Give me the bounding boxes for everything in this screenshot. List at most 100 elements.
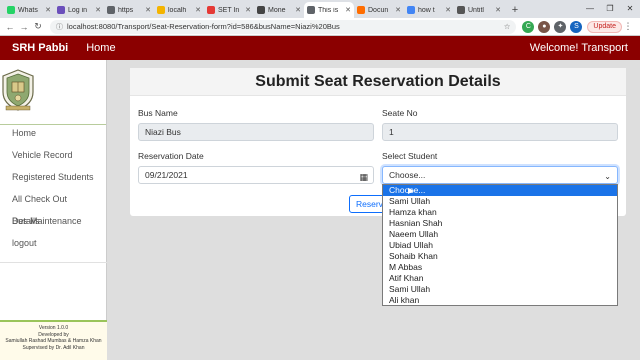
tab-close-icon[interactable]: ✕	[45, 6, 51, 14]
tab-close-icon[interactable]: ✕	[295, 6, 301, 14]
forward-icon[interactable]: →	[18, 22, 30, 32]
browser-tab[interactable]: how t ✕	[404, 2, 454, 18]
seat-no-label: Seate No	[382, 108, 418, 118]
tab-favicon-icon	[207, 6, 215, 14]
student-options-list: Choose... Sami Ullah Hamza khan Hasnian Sha…	[382, 184, 618, 306]
student-option[interactable]: Sami Ullah	[383, 196, 617, 207]
tab-label: localh	[168, 6, 187, 14]
browser-toolbar: ← → ↻ ⓘ localhost:8080/Transport/Seat-Re…	[0, 18, 640, 36]
tab-favicon-icon	[407, 6, 415, 14]
tab-close-icon[interactable]: ✕	[195, 6, 201, 14]
tab-close-icon[interactable]: ✕	[395, 6, 401, 14]
student-option[interactable]: Ubiad Ullah	[383, 240, 617, 251]
student-option[interactable]: Sohaib Khan	[383, 251, 617, 262]
tab-close-icon[interactable]: ✕	[445, 6, 451, 14]
sidebar-item-home[interactable]: Home	[0, 122, 107, 144]
reservation-date-label: Reservation Date	[138, 151, 204, 161]
tab-close-icon[interactable]: ✕	[495, 6, 501, 14]
reload-icon[interactable]: ↻	[32, 21, 44, 32]
new-tab-button[interactable]: +	[508, 2, 522, 18]
reservation-date-value: 09/21/2021	[145, 170, 188, 180]
chevron-down-icon: ⌄	[604, 172, 611, 181]
cookie-icon[interactable]: ●	[538, 20, 551, 33]
tab-label: This is	[318, 6, 339, 14]
sidebar-item-logout[interactable]: logout	[0, 232, 107, 254]
close-window-icon[interactable]: ✕	[620, 0, 640, 18]
tab-label: Docun	[368, 6, 389, 14]
footer-developers: Samiullah Rashad Mumbas & Hamza Khan	[5, 338, 102, 344]
tab-label: Mone	[268, 6, 286, 14]
menu-icon[interactable]: ⋮	[622, 21, 634, 32]
app-navbar: SRH Pabbi Home Welcome! Transport	[0, 36, 640, 60]
url-text: localhost:8080/Transport/Seat-Reservatio…	[67, 22, 340, 31]
footer-supervisor: Supervised by Dr. Adil Khan	[22, 344, 85, 351]
maximize-icon[interactable]: ❐	[600, 0, 620, 18]
browser-tab[interactable]: Whats ✕	[4, 2, 54, 18]
extension-icon[interactable]: C	[522, 20, 535, 33]
tab-favicon-icon	[307, 6, 315, 14]
tab-label: how t	[418, 6, 435, 14]
browser-tab-strip: Whats ✕ Log in ✕ https ✕ localh ✕ SET In ✕ Mone ✕ Th…	[0, 0, 640, 18]
tab-label: Whats	[18, 6, 38, 14]
student-option[interactable]: Ali khan	[383, 295, 617, 306]
sidebar-item-all-check-out-details[interactable]: All Check Out Details	[0, 188, 107, 226]
browser-tab[interactable]: Mone ✕	[254, 2, 304, 18]
nav-home-link[interactable]: Home	[86, 42, 115, 54]
update-button[interactable]: Update	[587, 20, 622, 33]
tab-label: Untitl	[468, 6, 484, 14]
select-student-dropdown[interactable]: Choose... ⌄	[382, 166, 618, 184]
select-student-value: Choose...	[389, 170, 426, 180]
sidebar-item-registered-students[interactable]: Registered Students	[0, 166, 107, 188]
seat-no-field[interactable]: 1	[382, 123, 618, 141]
student-option[interactable]: Choose...	[383, 185, 617, 196]
tab-favicon-icon	[457, 6, 465, 14]
bookmark-star-icon[interactable]: ☆	[504, 22, 511, 31]
bus-name-field[interactable]: Niazi Bus	[138, 123, 374, 141]
tab-label: Log in	[68, 6, 88, 14]
student-option[interactable]: Hamza khan	[383, 207, 617, 218]
student-option[interactable]: M Abbas	[383, 262, 617, 273]
tab-favicon-icon	[157, 6, 165, 14]
browser-tab[interactable]: localh ✕	[154, 2, 204, 18]
browser-tab[interactable]: SET In ✕	[204, 2, 254, 18]
tab-close-icon[interactable]: ✕	[95, 6, 101, 14]
back-icon[interactable]: ←	[4, 22, 16, 32]
tab-favicon-icon	[257, 6, 265, 14]
reservation-date-input[interactable]: 09/21/2021 ▦	[138, 166, 374, 184]
student-option[interactable]: Sami Ullah	[383, 284, 617, 295]
browser-tab[interactable]: Untitl ✕	[454, 2, 504, 18]
sidebar-item-vehicle-record[interactable]: Vehicle Record	[0, 144, 107, 166]
sidebar-footer: Version 1.0.0 Developed by Samiullah Ras…	[0, 320, 107, 360]
tab-favicon-icon	[107, 6, 115, 14]
student-option[interactable]: Hasnian Shah	[383, 218, 617, 229]
welcome-text: Welcome! Transport	[529, 42, 628, 54]
tab-favicon-icon	[7, 6, 15, 14]
brand-link[interactable]: SRH Pabbi	[12, 42, 68, 54]
minimize-icon[interactable]: —	[580, 0, 600, 18]
puzzle-icon[interactable]: ✦	[554, 20, 567, 33]
tab-close-icon[interactable]: ✕	[345, 6, 351, 14]
browser-tab[interactable]: https ✕	[104, 2, 154, 18]
browser-tab[interactable]: Docun ✕	[354, 2, 404, 18]
sidebar-divider	[0, 262, 107, 263]
address-bar[interactable]: ⓘ localhost:8080/Transport/Seat-Reservat…	[50, 19, 517, 34]
tab-close-icon[interactable]: ✕	[245, 6, 251, 14]
institution-logo	[2, 69, 34, 111]
student-option[interactable]: Atif Khan	[383, 273, 617, 284]
tab-label: https	[118, 6, 134, 14]
student-option[interactable]: Naeem Ullah	[383, 229, 617, 240]
tab-close-icon[interactable]: ✕	[145, 6, 151, 14]
profile-avatar[interactable]: S	[570, 20, 583, 33]
select-student-label: Select Student	[382, 151, 438, 161]
bus-name-label: Bus Name	[138, 108, 178, 118]
calendar-icon[interactable]: ▦	[359, 169, 368, 185]
sidebar: Home Vehicle Record Registered Students All…	[0, 60, 107, 360]
page-title: Submit Seat Reservation Details	[130, 68, 626, 96]
site-info-icon[interactable]: ⓘ	[56, 22, 63, 32]
tab-favicon-icon	[357, 6, 365, 14]
mouse-cursor-icon: ▶	[408, 186, 415, 195]
sidebar-item-bus-maintenance[interactable]: Bus Maintenance	[0, 210, 107, 232]
browser-tab[interactable]: Log in ✕	[54, 2, 104, 18]
browser-tab[interactable]: This is ✕	[304, 2, 354, 18]
tab-label: SET In	[218, 6, 240, 14]
